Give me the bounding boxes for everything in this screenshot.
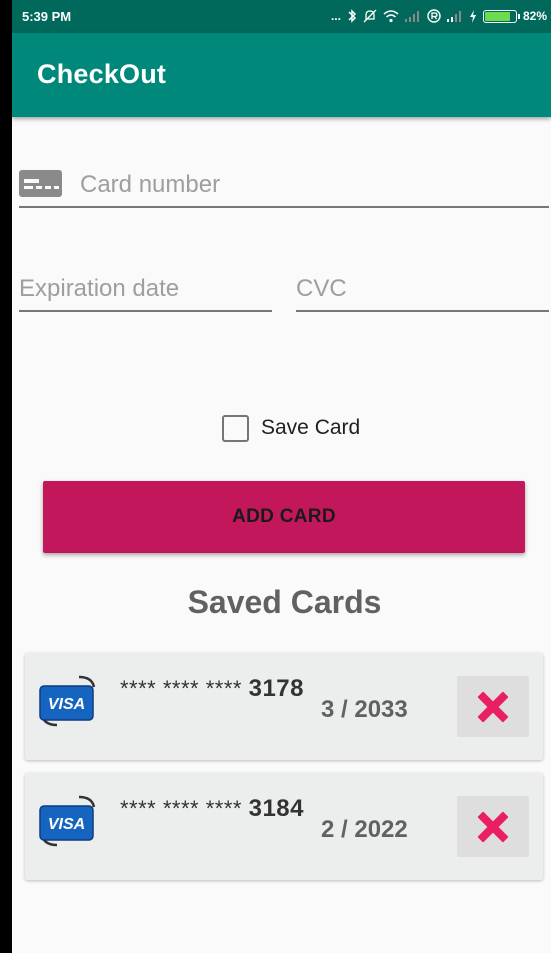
visa-logo: VISA [39,675,96,727]
expiration-date-field [19,266,272,312]
signal-icon [404,11,419,22]
device-screen: 5:39 PM ... 82% CheckOut Card number Exp… [12,0,551,953]
cvc-field [296,266,549,312]
visa-logo-text: VISA [48,816,85,833]
mute-icon [363,9,377,23]
card-last4: 3178 [248,675,304,702]
visa-logo-text: VISA [48,696,85,713]
card-masked-number: **** **** **** 3184 [120,795,304,823]
expiration-date-input[interactable] [19,272,272,306]
page-title: CheckOut [37,59,167,89]
card-last4: 3184 [248,795,304,822]
bluetooth-icon [348,9,357,23]
save-card-checkbox[interactable] [222,414,249,442]
delete-card-button[interactable] [457,676,529,737]
close-icon [477,691,509,723]
status-bar: 5:39 PM ... 82% [12,0,551,33]
delete-card-button[interactable] [457,796,529,857]
card-mask: **** **** **** [120,676,242,701]
saved-card-item: VISA **** **** **** 3184 2 / 2022 [25,773,543,880]
card-mask: **** **** **** [120,796,242,821]
save-card-row: Save Card [222,414,360,442]
saved-cards-title: Saved Cards [187,584,382,620]
charging-icon [469,9,476,23]
battery-percent: 82% [522,9,547,23]
app-bar: CheckOut [12,33,551,117]
close-icon [477,811,509,843]
card-masked-number: **** **** **** 3178 [120,675,304,703]
card-number-input[interactable] [80,168,540,202]
add-card-button[interactable]: ADD CARD [43,481,525,553]
card-expiry: 2 / 2022 [321,816,408,843]
roaming-icon [427,9,441,23]
save-card-label[interactable]: Save Card [261,416,360,440]
notification-dots: ... [330,9,341,23]
cvc-input[interactable] [296,272,549,306]
status-icons: ... 82% [331,8,547,24]
card-icon [19,170,62,197]
visa-logo: VISA [39,795,96,847]
card-expiry: 3 / 2033 [321,696,408,723]
status-time: 5:39 PM [22,9,72,24]
saved-card-item: VISA **** **** **** 3178 3 / 2033 [25,653,543,760]
signal-icon-2 [446,11,461,22]
card-number-field [19,160,549,208]
wifi-icon [383,9,399,22]
battery-icon [482,9,520,23]
